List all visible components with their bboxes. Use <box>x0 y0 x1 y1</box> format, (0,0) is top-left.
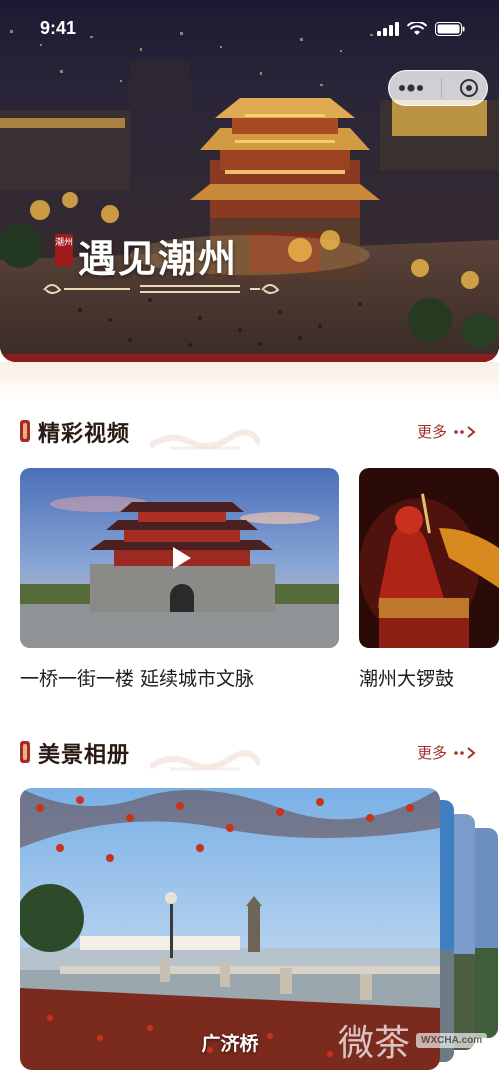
hero-cream-fade <box>0 362 499 402</box>
more-arrow-icon <box>454 425 476 438</box>
status-time: 9:41 <box>40 18 77 38</box>
videos-carousel[interactable]: 一桥一街一楼 延续城市文脉 潮州大锣鼓 <box>0 468 499 698</box>
video-title[interactable]: 潮州大锣鼓 <box>359 664 454 691</box>
play-icon[interactable] <box>167 545 193 571</box>
close-target-icon[interactable] <box>459 78 479 98</box>
hero-title-group: 潮州 遇见潮州 <box>40 222 300 302</box>
videos-section-title: 精彩视频 <box>38 421 131 447</box>
hero-bottom-band <box>0 354 499 362</box>
album-section-header: 美景相册 更多 <box>0 733 499 773</box>
videos-more-label: 更多 <box>416 423 447 441</box>
capsule-divider <box>440 78 442 98</box>
more-arrow-icon <box>454 746 476 759</box>
status-icons <box>377 22 465 36</box>
cloud-ornament-icon <box>150 750 260 771</box>
mini-program-capsule[interactable] <box>388 70 488 106</box>
videos-section-header: 精彩视频 更多 <box>0 412 499 452</box>
album-more-label: 更多 <box>416 744 447 762</box>
hero-title: 遇见潮州 <box>78 236 239 281</box>
video-card[interactable]: 一桥一街一楼 延续城市文脉 <box>20 468 339 690</box>
watermark-badge: WXCHA.com <box>416 1032 488 1048</box>
section-marker-icon <box>20 420 30 442</box>
drum-performance-image <box>359 468 499 648</box>
video-thumbnail[interactable] <box>20 468 339 648</box>
video-card[interactable]: 潮州大锣鼓 <box>359 468 499 690</box>
status-bar: 9:41 <box>0 0 499 58</box>
battery-icon <box>435 22 465 36</box>
watermark: 微茶 WXCHA.com <box>338 1014 488 1066</box>
video-thumbnail[interactable] <box>359 468 499 648</box>
album-more-link[interactable]: 更多 <box>417 742 477 763</box>
videos-more-link[interactable]: 更多 <box>417 421 477 442</box>
hero-banner[interactable]: 9:41 潮州 遇见潮州 <box>0 0 499 362</box>
hero-seal: 潮州 <box>55 234 73 266</box>
watermark-text: 微茶 <box>338 1023 411 1064</box>
cloud-ornament-icon <box>150 429 260 450</box>
album-section-title: 美景相册 <box>38 742 131 768</box>
more-options-icon[interactable] <box>398 84 424 92</box>
section-marker-icon <box>20 741 30 763</box>
wifi-icon <box>407 22 427 35</box>
video-title[interactable]: 一桥一街一楼 延续城市文脉 <box>20 664 254 691</box>
cellular-signal-icon <box>377 22 399 36</box>
